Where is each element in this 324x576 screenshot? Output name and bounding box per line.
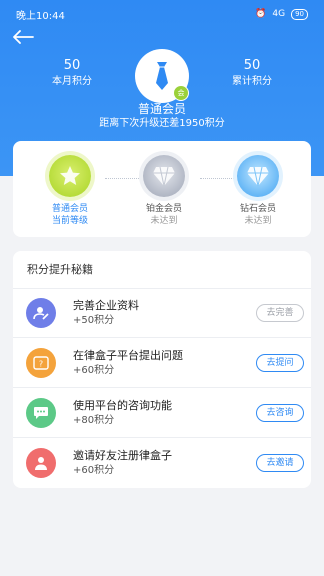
chat-icon bbox=[26, 398, 56, 428]
platinum-gem-icon bbox=[143, 155, 185, 197]
alarm-icon: ⏰ bbox=[255, 9, 267, 19]
level-state: 未达到 bbox=[150, 216, 178, 226]
invite-button[interactable]: 去邀请 bbox=[256, 454, 304, 472]
level-name: 钻石会员 bbox=[239, 204, 276, 214]
task-points: +60积分 bbox=[73, 365, 115, 376]
complete-profile-button[interactable]: 去完善 bbox=[256, 304, 304, 322]
task-title: 在律盒子平台提出问题 bbox=[73, 349, 183, 362]
task-complete-profile: 完善企业资料 +50积分 去完善 bbox=[13, 288, 311, 338]
invite-user-icon bbox=[26, 448, 56, 478]
battery-icon: 90 bbox=[291, 8, 308, 20]
task-points: +80积分 bbox=[73, 415, 115, 426]
task-title: 使用平台的咨询功能 bbox=[73, 399, 172, 412]
consult-button[interactable]: 去咨询 bbox=[256, 404, 304, 422]
edit-profile-icon bbox=[26, 298, 56, 328]
level-diamond: 钻石会员 未达到 bbox=[223, 155, 293, 227]
monthly-points-value: 50 bbox=[63, 58, 81, 73]
level-state: 当前等级 bbox=[51, 216, 88, 226]
question-icon: ? bbox=[26, 348, 56, 378]
task-points: +60积分 bbox=[73, 465, 115, 476]
points-tips-card: 积分提升秘籍 完善企业资料 +50积分 去完善 ? 在律盒子平台提出问题 +60… bbox=[13, 251, 311, 488]
task-title: 完善企业资料 bbox=[73, 299, 139, 312]
svg-text:?: ? bbox=[39, 360, 43, 369]
monthly-points: 50 本月积分 bbox=[32, 58, 112, 89]
star-medal-icon bbox=[49, 155, 91, 197]
tips-title: 积分提升秘籍 bbox=[27, 263, 93, 276]
upgrade-hint: 距离下次升级还差1950积分 bbox=[99, 118, 225, 129]
back-arrow-icon bbox=[13, 30, 34, 44]
total-points: 50 累计积分 bbox=[212, 58, 292, 89]
status-time: 晚上10:44 bbox=[16, 10, 65, 22]
total-points-value: 50 bbox=[243, 58, 261, 73]
tie-icon bbox=[156, 62, 168, 90]
signal-label: 4G bbox=[272, 9, 286, 19]
member-badge: 会 bbox=[173, 85, 189, 101]
total-points-label: 累计积分 bbox=[232, 76, 272, 87]
task-invite-friends: 邀请好友注册律盒子 +60积分 去邀请 bbox=[13, 438, 311, 488]
level-normal: 普通会员 当前等级 bbox=[35, 155, 105, 227]
avatar: 会 bbox=[135, 49, 189, 103]
status-bar: 晚上10:44 ⏰ 4G 90 bbox=[0, 0, 324, 28]
task-title: 邀请好友注册律盒子 bbox=[73, 449, 172, 462]
task-ask-question: ? 在律盒子平台提出问题 +60积分 去提问 bbox=[13, 338, 311, 388]
level-name: 普通会员 bbox=[51, 204, 88, 214]
level-state: 未达到 bbox=[244, 216, 272, 226]
back-button[interactable] bbox=[10, 26, 36, 48]
diamond-icon bbox=[237, 155, 279, 197]
monthly-points-label: 本月积分 bbox=[52, 76, 92, 87]
ask-question-button[interactable]: 去提问 bbox=[256, 354, 304, 372]
status-indicators: ⏰ 4G 90 bbox=[255, 8, 308, 20]
level-name: 铂金会员 bbox=[145, 204, 182, 214]
level-card: 普通会员 当前等级 铂金会员 未达到 钻石会员 未达到 bbox=[13, 141, 311, 237]
level-platinum: 铂金会员 未达到 bbox=[129, 155, 199, 227]
member-level-name: 普通会员 bbox=[137, 102, 186, 116]
task-consult: 使用平台的咨询功能 +80积分 去咨询 bbox=[13, 388, 311, 438]
task-points: +50积分 bbox=[73, 315, 115, 326]
